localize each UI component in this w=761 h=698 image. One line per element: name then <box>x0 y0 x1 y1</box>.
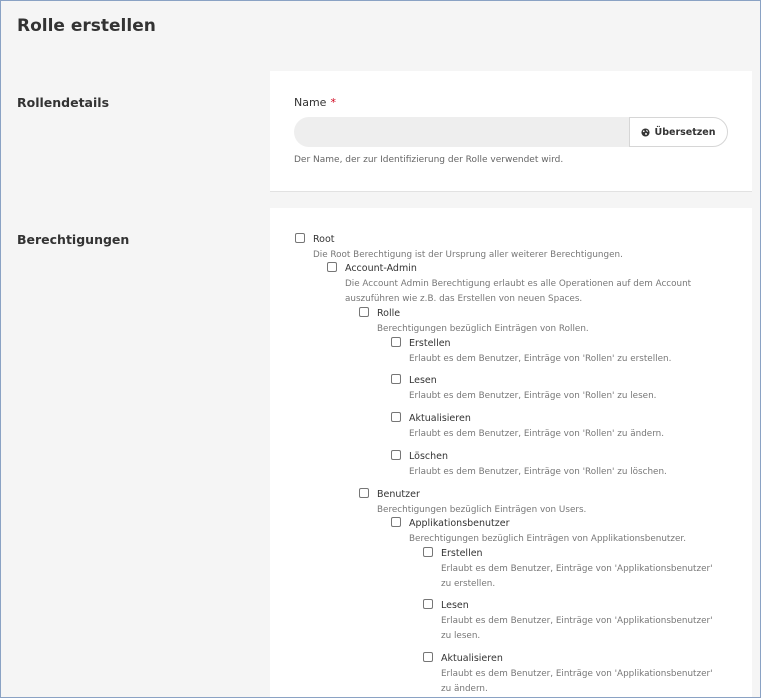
name-label: Name * <box>294 96 336 109</box>
perm-desc-line: auszuführen wie z.B. das Erstellen von n… <box>345 294 583 304</box>
name-help-text: Der Name, der zur Identifizierung der Ro… <box>294 155 564 165</box>
perm-desc: Erlaubt es dem Benutzer, Einträge von 'A… <box>441 614 713 644</box>
checkbox-rolle-lesen[interactable] <box>391 374 401 384</box>
page-frame: Rolle erstellen Rollendetails Name * Über… <box>0 0 761 698</box>
perm-desc-line: Erlaubt es dem Benutzer, Einträge von 'A… <box>441 564 713 574</box>
perm-title: Löschen <box>409 451 448 462</box>
perm-title: Aktualisieren <box>409 413 471 424</box>
perm-desc: Erlaubt es dem Benutzer, Einträge von 'R… <box>409 391 657 401</box>
perm-desc-line: Erlaubt es dem Benutzer, Einträge von 'A… <box>441 616 713 626</box>
perm-desc-line: Erlaubt es dem Benutzer, Einträge von 'A… <box>441 669 713 679</box>
section-label-permissions: Berechtigungen <box>17 232 130 247</box>
perm-desc: Berechtigungen bezüglich Einträgen von A… <box>409 534 686 544</box>
perm-desc: Die Account Admin Berechtigung erlaubt e… <box>345 277 691 307</box>
page-title: Rolle erstellen <box>17 16 156 36</box>
translate-button[interactable]: Übersetzen <box>629 117 728 147</box>
checkbox-benutzer[interactable] <box>359 488 369 498</box>
perm-title: Root <box>313 234 335 245</box>
perm-title: Applikationsbenutzer <box>409 518 510 529</box>
checkbox-rolle[interactable] <box>359 307 369 317</box>
checkbox-app-aktualisieren[interactable] <box>423 652 433 662</box>
checkbox-app-lesen[interactable] <box>423 599 433 609</box>
permissions-card: Root Die Root Berechtigung ist der Urspr… <box>270 208 752 697</box>
perm-title: Lesen <box>441 600 469 611</box>
perm-desc: Erlaubt es dem Benutzer, Einträge von 'A… <box>441 562 713 592</box>
perm-title: Benutzer <box>377 489 420 500</box>
perm-title: Lesen <box>409 375 437 386</box>
perm-desc: Erlaubt es dem Benutzer, Einträge von 'R… <box>409 354 672 364</box>
perm-desc: Erlaubt es dem Benutzer, Einträge von 'A… <box>441 667 713 697</box>
globe-icon <box>641 127 651 137</box>
checkbox-app-erstellen[interactable] <box>423 547 433 557</box>
perm-desc-line: zu lesen. <box>441 631 481 641</box>
perm-desc: Erlaubt es dem Benutzer, Einträge von 'R… <box>409 467 667 477</box>
checkbox-rolle-loeschen[interactable] <box>391 450 401 460</box>
checkbox-applikationsbenutzer[interactable] <box>391 517 401 527</box>
perm-desc-line: Die Account Admin Berechtigung erlaubt e… <box>345 279 692 289</box>
perm-title: Erstellen <box>409 338 451 349</box>
required-mark: * <box>330 96 336 109</box>
checkbox-rolle-aktualisieren[interactable] <box>391 412 401 422</box>
perm-desc-line: zu ändern. <box>441 684 488 694</box>
perm-desc: Berechtigungen bezüglich Einträgen von U… <box>377 505 587 515</box>
checkbox-rolle-erstellen[interactable] <box>391 337 401 347</box>
perm-desc: Erlaubt es dem Benutzer, Einträge von 'R… <box>409 429 665 439</box>
perm-desc: Die Root Berechtigung ist der Ursprung a… <box>313 250 623 260</box>
perm-title: Rolle <box>377 308 401 319</box>
details-card: Name * Übersetzen Der Name, der zur Ident… <box>270 71 752 192</box>
section-label-details: Rollendetails <box>17 95 110 110</box>
perm-title: Erstellen <box>441 548 483 559</box>
perm-title: Account-Admin <box>345 263 417 274</box>
perm-desc: Berechtigungen bezüglich Einträgen von R… <box>377 324 589 334</box>
checkbox-root[interactable] <box>295 233 305 243</box>
perm-desc-line: zu erstellen. <box>441 579 496 589</box>
perm-title: Aktualisieren <box>441 653 503 664</box>
name-label-text: Name <box>294 96 327 109</box>
name-input[interactable] <box>294 117 630 147</box>
checkbox-account-admin[interactable] <box>327 262 337 272</box>
translate-label: Übersetzen <box>654 126 716 138</box>
